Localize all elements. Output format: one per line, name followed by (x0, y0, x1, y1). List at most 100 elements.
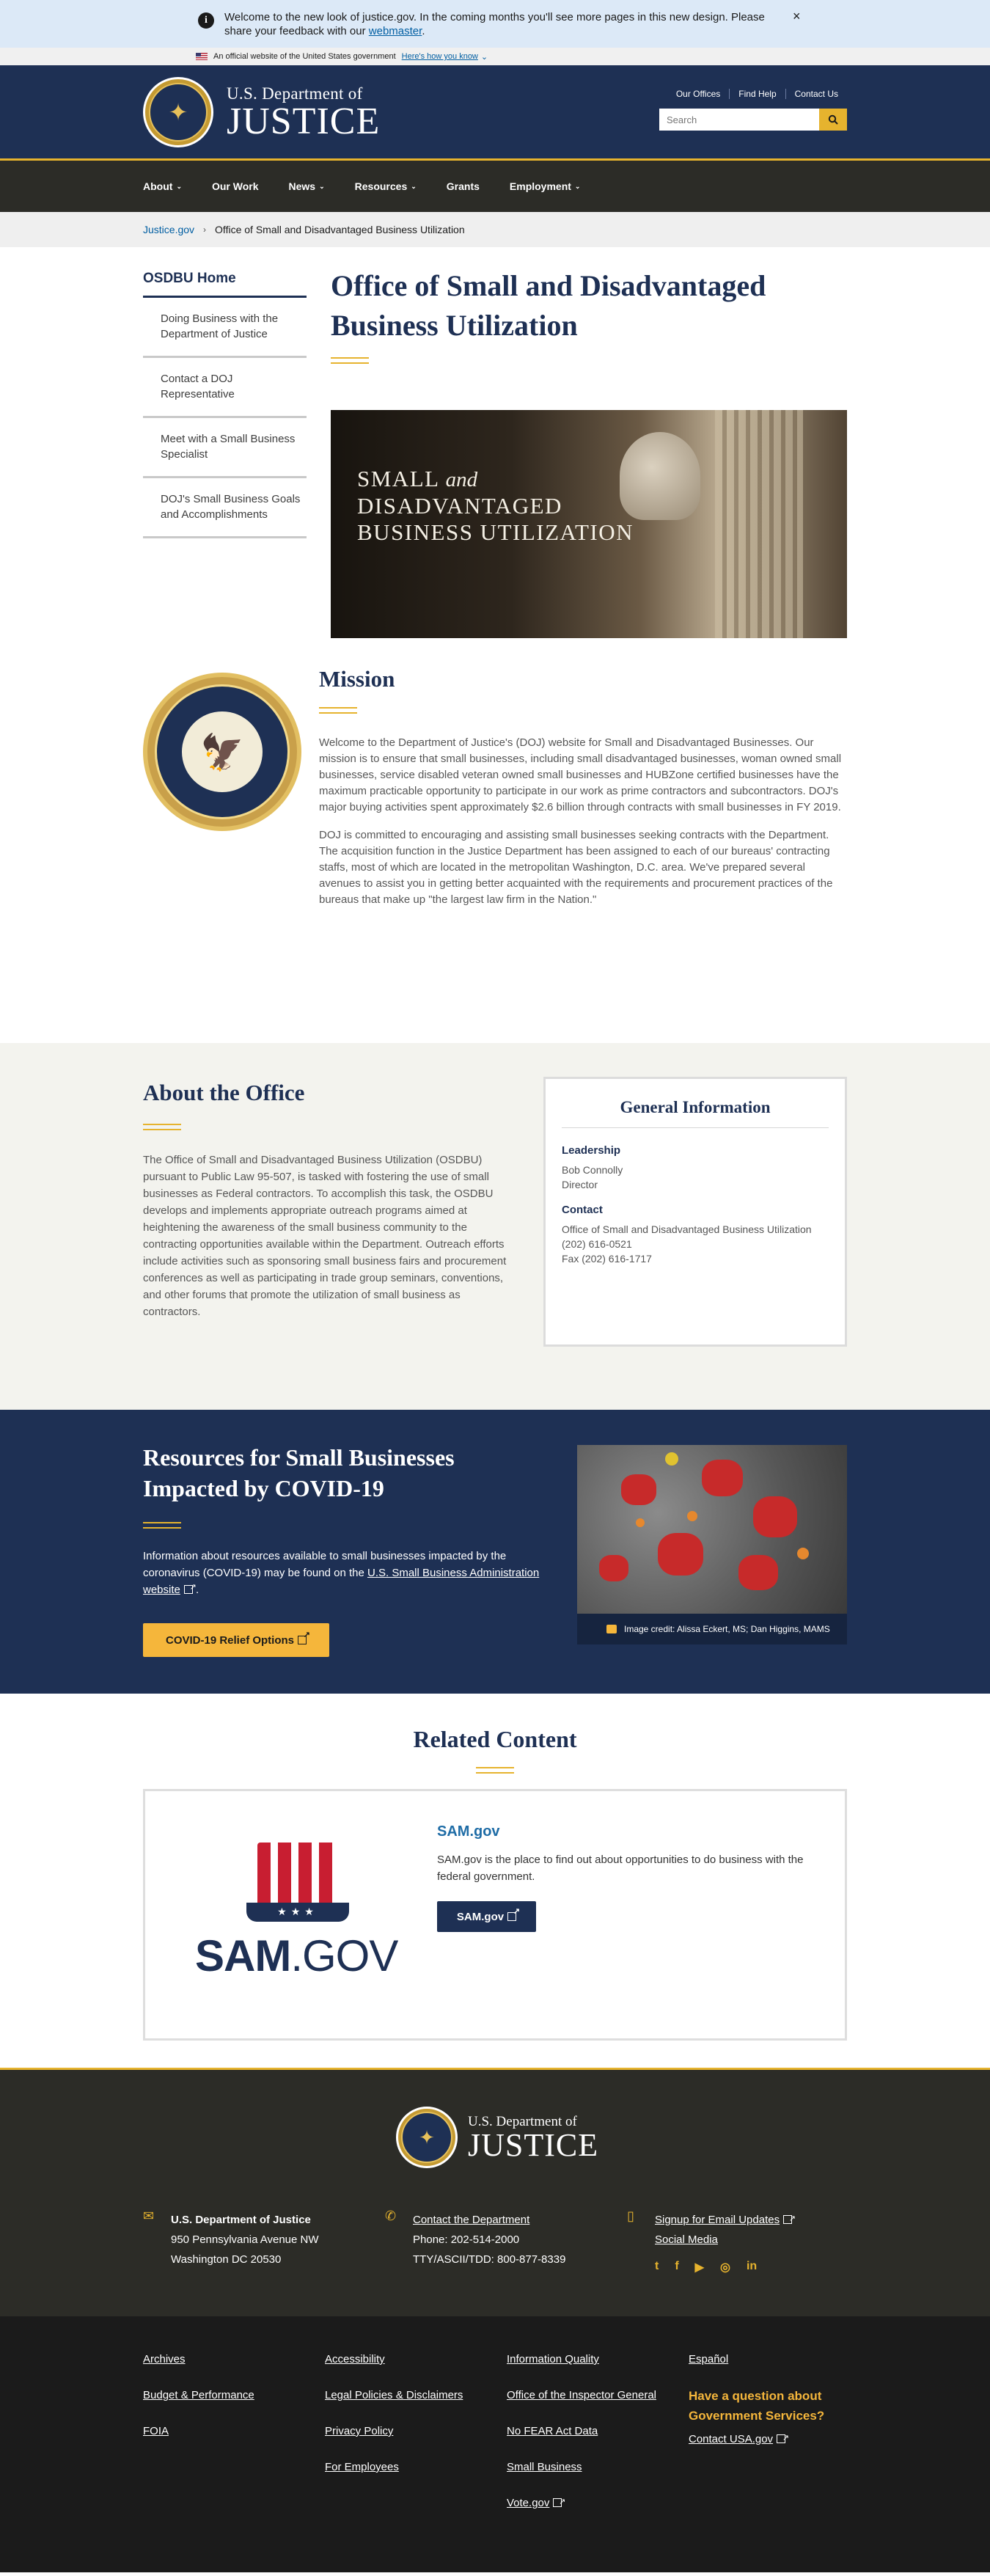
footer-link-no-fear[interactable]: No FEAR Act Data (507, 2422, 668, 2441)
leadership-label: Leadership (562, 1144, 621, 1157)
footer-link-privacy[interactable]: Privacy Policy (325, 2422, 501, 2441)
card-title: General Information (562, 1098, 829, 1128)
info-icon: i (198, 12, 214, 29)
doj-seal-icon: 🦅 (143, 673, 301, 831)
contact-department-link[interactable]: Contact the Department (413, 2210, 565, 2230)
linkedin-icon[interactable]: in (747, 2260, 757, 2275)
sidenav-item-goals[interactable]: DOJ's Small Business Goals and Accomplis… (143, 478, 307, 538)
footer-link-legal[interactable]: Legal Policies & Disclaimers (325, 2386, 501, 2405)
hero-image: Small and Disadvantaged Business Utiliza… (331, 410, 847, 638)
image-credit: Image credit: Alissa Eckert, MS; Dan Hig… (577, 1614, 847, 1644)
external-link-icon (298, 1630, 310, 1644)
chevron-down-icon: ⌄ (319, 182, 325, 190)
nav-about[interactable]: About ⌄ (143, 180, 182, 192)
footer-link-employees[interactable]: For Employees (325, 2458, 501, 2477)
about-section: About the Office The Office of Small and… (0, 1043, 990, 1410)
mobile-icon: ▯ (627, 2209, 634, 2223)
logo-line2: JUSTICE (227, 100, 381, 142)
footer-link-inspector-general[interactable]: Office of the Inspector General (507, 2386, 668, 2405)
footer-link-accessibility[interactable]: Accessibility (325, 2350, 501, 2369)
phone-icon: ✆ (385, 2209, 397, 2223)
external-link-icon (783, 2209, 796, 2229)
doj-seal-icon: ✦ (143, 77, 213, 147)
mission-heading: Mission (319, 666, 395, 692)
related-card-title[interactable]: SAM.gov (437, 1823, 500, 1840)
external-link-icon (553, 2492, 565, 2511)
leader-info: Bob Connolly Director (562, 1164, 623, 1190)
search-icon (828, 114, 838, 125)
sidenav-home-link[interactable]: OSDBU Home (143, 271, 307, 298)
nav-news[interactable]: News ⌄ (289, 180, 325, 192)
column-graphic (715, 410, 803, 638)
breadcrumb-home-link[interactable]: Justice.gov (143, 224, 194, 235)
search-button[interactable] (819, 109, 847, 131)
footer-link-archives[interactable]: Archives (143, 2350, 319, 2369)
breadcrumb-current: Office of Small and Disadvantaged Busine… (215, 224, 465, 235)
nav-resources[interactable]: Resources ⌄ (355, 180, 417, 192)
footer-logo[interactable]: ✦ U.S. Department of JUSTICE (396, 2107, 598, 2168)
footer-link-vote-gov[interactable]: Vote.gov (507, 2492, 668, 2513)
nav-our-work[interactable]: Our Work (212, 180, 259, 192)
footer-link-foia[interactable]: FOIA (143, 2422, 319, 2441)
mission-body: Welcome to the Department of Justice's (… (319, 735, 847, 920)
covid-body: Information about resources available to… (143, 1548, 557, 1598)
heres-how-you-know-link[interactable]: Here's how you know (402, 52, 478, 61)
chevron-right-icon: › (203, 224, 207, 235)
sidenav-item-contact-representative[interactable]: Contact a DOJ Representative (143, 358, 307, 418)
footer-link-espanol[interactable]: Español (689, 2350, 847, 2369)
site-notice: i Welcome to the new look of justice.gov… (0, 0, 990, 48)
gold-divider (331, 357, 369, 364)
gold-divider (143, 1522, 181, 1529)
doj-seal-icon: ✦ (396, 2107, 458, 2168)
general-info-card: General Information Leadership Bob Conno… (543, 1077, 847, 1347)
about-heading: About the Office (143, 1080, 305, 1105)
footer-link-info-quality[interactable]: Information Quality (507, 2350, 668, 2369)
side-nav: OSDBU Home Doing Business with the Depar… (143, 271, 307, 538)
mission-paragraph: Welcome to the Department of Justice's (… (319, 736, 842, 813)
external-link-icon (777, 2429, 789, 2448)
youtube-icon[interactable]: ▶ (695, 2260, 704, 2275)
contact-label: Contact (562, 1204, 603, 1216)
mail-icon: ✉ (143, 2209, 155, 2223)
search-form (659, 109, 847, 131)
footer-updates: ▯ Signup for Email Updates Social Media … (627, 2209, 796, 2275)
question-heading: Have a question about Government Service… (689, 2389, 825, 2423)
search-input[interactable] (659, 109, 819, 131)
footer-link-small-business[interactable]: Small Business (507, 2458, 668, 2477)
our-offices-link[interactable]: Our Offices (667, 89, 729, 99)
doj-logo[interactable]: ✦ U.S. Department of JUSTICE (143, 77, 380, 147)
hero-caption: Small and Disadvantaged Business Utiliza… (357, 466, 634, 545)
webmaster-link[interactable]: webmaster (369, 25, 422, 37)
covid-section: Resources for Small Businesses Impacted … (0, 1410, 990, 1694)
contact-usa-gov-link[interactable]: Contact USA.gov (689, 2429, 847, 2449)
social-media-link[interactable]: Social Media (655, 2230, 792, 2250)
mission-paragraph: DOJ is committed to encouraging and assi… (319, 829, 833, 906)
sidenav-item-meet-specialist[interactable]: Meet with a Small Business Specialist (143, 418, 307, 478)
sam-gov-button[interactable]: SAM.gov (437, 1901, 536, 1932)
us-flag-icon (196, 53, 208, 60)
footer-links-col3: Information Quality Office of the Inspec… (507, 2350, 668, 2530)
twitter-icon[interactable]: t (655, 2260, 659, 2275)
uncle-sam-hat-icon (257, 1843, 338, 1903)
contact-us-link[interactable]: Contact Us (785, 89, 847, 99)
page-title: Office of Small and Disadvantaged Busine… (331, 269, 766, 342)
facebook-icon[interactable]: f (675, 2260, 678, 2275)
sidenav-item-doing-business[interactable]: Doing Business with the Department of Ju… (143, 298, 307, 358)
instagram-icon[interactable]: ◎ (720, 2260, 730, 2275)
related-card: ★★★ SAM.GOV SAM.gov SAM.gov is the place… (143, 1789, 847, 2041)
email-updates-link[interactable]: Signup for Email Updates (655, 2209, 796, 2230)
covid-relief-button[interactable]: COVID-19 Relief Options (143, 1623, 329, 1657)
covid-heading: Resources for Small Businesses Impacted … (143, 1444, 455, 1501)
image-icon (606, 1625, 617, 1633)
nav-employment[interactable]: Employment ⌄ (510, 180, 581, 192)
chevron-down-icon: ⌄ (480, 52, 488, 62)
nav-grants[interactable]: Grants (447, 180, 480, 192)
external-link-icon (183, 1579, 197, 1596)
find-help-link[interactable]: Find Help (729, 89, 785, 99)
gold-divider (143, 1124, 181, 1130)
footer-link-budget[interactable]: Budget & Performance (143, 2386, 319, 2405)
breadcrumb: Justice.gov › Office of Small and Disadv… (0, 212, 990, 247)
related-card-description: SAM.gov is the place to find out about o… (437, 1854, 804, 1883)
gold-divider (476, 1767, 514, 1774)
close-icon[interactable]: × (793, 9, 801, 24)
